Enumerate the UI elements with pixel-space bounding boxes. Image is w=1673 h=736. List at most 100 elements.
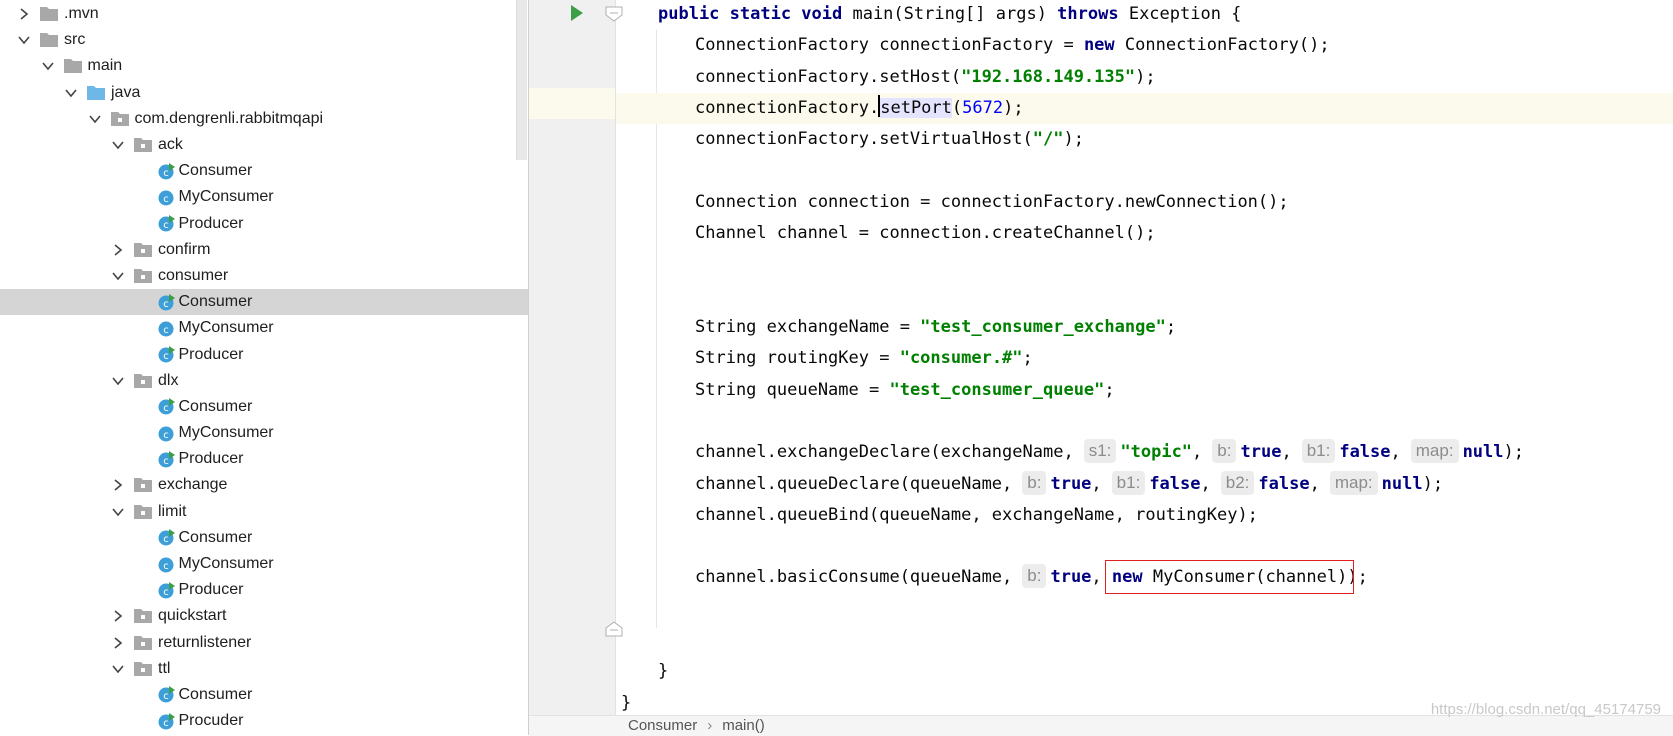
tree-item-label: Producer [178, 581, 244, 599]
tree-row[interactable]: src [0, 27, 528, 53]
code-line[interactable]: 20Connection connection = connectionFact… [616, 187, 1673, 218]
tree-row[interactable]: limit [0, 499, 528, 525]
code-token: ; [1022, 348, 1033, 369]
code-line[interactable]: 25String routingKey = "consumer.#"; [616, 343, 1673, 374]
tree-row[interactable]: c Consumer [0, 158, 528, 184]
code-area[interactable]: 14public static void main(String[] args)… [616, 0, 1673, 715]
tree-item-label: Consumer [178, 685, 253, 703]
code-line[interactable]: 14public static void main(String[] args)… [616, 0, 1673, 30]
tree-item-label: Consumer [178, 528, 253, 546]
tree-item-label: .mvn [64, 5, 99, 23]
tree-row[interactable]: c Consumer [0, 289, 528, 316]
runnable-class-icon: c [158, 450, 175, 468]
keyword-token: null [1381, 473, 1423, 494]
parameter-hint: b1: [1111, 470, 1146, 495]
code-line[interactable]: 31 [616, 531, 1673, 562]
tree-row[interactable]: returnlistener [0, 630, 528, 656]
tree-row[interactable]: c Procuder [0, 708, 528, 734]
chevron-right-icon[interactable] [110, 608, 126, 624]
code-token: ); [1135, 66, 1166, 87]
svg-text:c: c [163, 561, 169, 572]
tree-row[interactable]: confirm [0, 237, 528, 263]
tree-row[interactable]: dlx [0, 368, 528, 394]
tree-row[interactable]: c Producer [0, 211, 528, 237]
tree-row[interactable]: c Producer [0, 341, 528, 367]
tree-row[interactable]: java [0, 80, 528, 106]
svg-text:c: c [163, 220, 169, 231]
chevron-right-icon[interactable] [16, 6, 32, 22]
run-icon[interactable] [570, 4, 584, 26]
tree-row[interactable]: c MyConsumer [0, 315, 528, 341]
tree-row[interactable]: main [0, 53, 528, 79]
tree-row[interactable]: com.dengrenli.rabbitmqapi [0, 106, 528, 132]
code-line[interactable]: 30channel.queueBind(queueName, exchangeN… [616, 500, 1673, 531]
tree-row[interactable]: .mvn [0, 1, 528, 27]
chevron-down-icon[interactable] [110, 137, 126, 153]
svg-text:c: c [163, 430, 169, 441]
code-line[interactable]: 24String exchangeName = "test_consumer_e… [616, 312, 1673, 343]
code-line[interactable]: 33 [616, 594, 1673, 625]
code-line[interactable]: 22 [616, 249, 1673, 280]
chevron-right-icon[interactable] [110, 242, 126, 258]
package-icon [134, 242, 152, 258]
chevron-down-icon[interactable] [40, 58, 56, 74]
code-line[interactable]: 16connectionFactory.setHost("192.168.149… [616, 62, 1673, 93]
code-editor[interactable]: 14public static void main(String[] args)… [529, 0, 1673, 735]
code-text: String routingKey = "consumer.#"; [695, 343, 1033, 374]
tree-row[interactable]: exchange [0, 472, 528, 498]
tree-row[interactable]: c Producer [0, 577, 528, 603]
package-icon [134, 268, 152, 284]
tree-row[interactable]: ack [0, 132, 528, 158]
code-line[interactable]: 23 [616, 281, 1673, 312]
chevron-down-icon[interactable] [110, 373, 126, 389]
tree-row[interactable]: c Producer [0, 446, 528, 472]
code-token: ; [1104, 379, 1115, 400]
tree-row[interactable]: c MyConsumer [0, 184, 528, 210]
chevron-down-icon[interactable] [87, 111, 103, 127]
chevron-down-icon[interactable] [110, 504, 126, 520]
runnable-class-icon: c [158, 346, 175, 363]
chevron-down-icon[interactable] [110, 268, 126, 284]
chevron-right-icon[interactable] [110, 635, 126, 651]
string-token: "test_consumer_exchange" [920, 317, 1166, 337]
tree-item-label: src [64, 31, 86, 49]
code-line[interactable]: 21Channel channel = connection.createCha… [616, 218, 1673, 249]
code-line[interactable]: 19 [616, 156, 1673, 187]
keyword-token: false [1339, 442, 1391, 463]
tree-row[interactable]: quickstart [0, 603, 528, 629]
chevron-down-icon[interactable] [16, 32, 32, 48]
tree-row[interactable]: c MyConsumer [0, 420, 528, 446]
tree-row[interactable]: c MyConsumer [0, 551, 528, 577]
code-text: Channel channel = connection.createChann… [695, 218, 1156, 249]
tree-row[interactable]: c Consumer [0, 682, 528, 708]
code-line[interactable]: 27 [616, 406, 1673, 437]
code-token: ( [951, 97, 963, 118]
code-line[interactable]: 15ConnectionFactory connectionFactory = … [616, 30, 1673, 61]
breadcrumb-item-class[interactable]: Consumer [628, 716, 697, 736]
code-line[interactable]: 34 [616, 625, 1673, 656]
tree-row[interactable]: c Consumer [0, 525, 528, 551]
code-line[interactable]: 26String queueName = "test_consumer_queu… [616, 375, 1673, 406]
svg-text:c: c [163, 168, 169, 179]
code-line[interactable]: 18connectionFactory.setVirtualHost("/"); [616, 124, 1673, 155]
svg-text:c: c [163, 718, 169, 729]
code-line[interactable]: 35} [616, 656, 1673, 687]
project-tree-panel: .mvn src main java com.dengrenli.rabbitmqapi… [0, 0, 528, 735]
chevron-down-icon[interactable] [63, 85, 79, 101]
chevron-right-icon[interactable] [110, 477, 126, 493]
code-line[interactable]: 28channel.exchangeDeclare(exchangeName,s… [616, 437, 1673, 468]
breadcrumb-item-method[interactable]: main() [722, 716, 765, 736]
string-token: "topic" [1120, 442, 1193, 463]
code-line[interactable]: 17connectionFactory.setPort(5672); [616, 92, 1673, 125]
string-token: "192.168.149.135" [961, 66, 1136, 87]
tree-row[interactable]: consumer [0, 263, 528, 289]
code-text: public static void main(String[] args) t… [658, 0, 1241, 30]
chevron-down-icon[interactable] [110, 661, 126, 677]
code-token: , [1309, 473, 1320, 494]
tree-row[interactable]: c Consumer [0, 394, 528, 420]
code-line[interactable]: 32channel.basicConsume(queueName,b:true,… [616, 560, 1673, 595]
code-token: String exchangeName = [695, 317, 921, 337]
tree-scrollbar[interactable] [516, 0, 527, 160]
tree-row[interactable]: ttl [0, 656, 528, 682]
code-line[interactable]: 29channel.queueDeclare(queueName,b:true,… [616, 469, 1673, 500]
